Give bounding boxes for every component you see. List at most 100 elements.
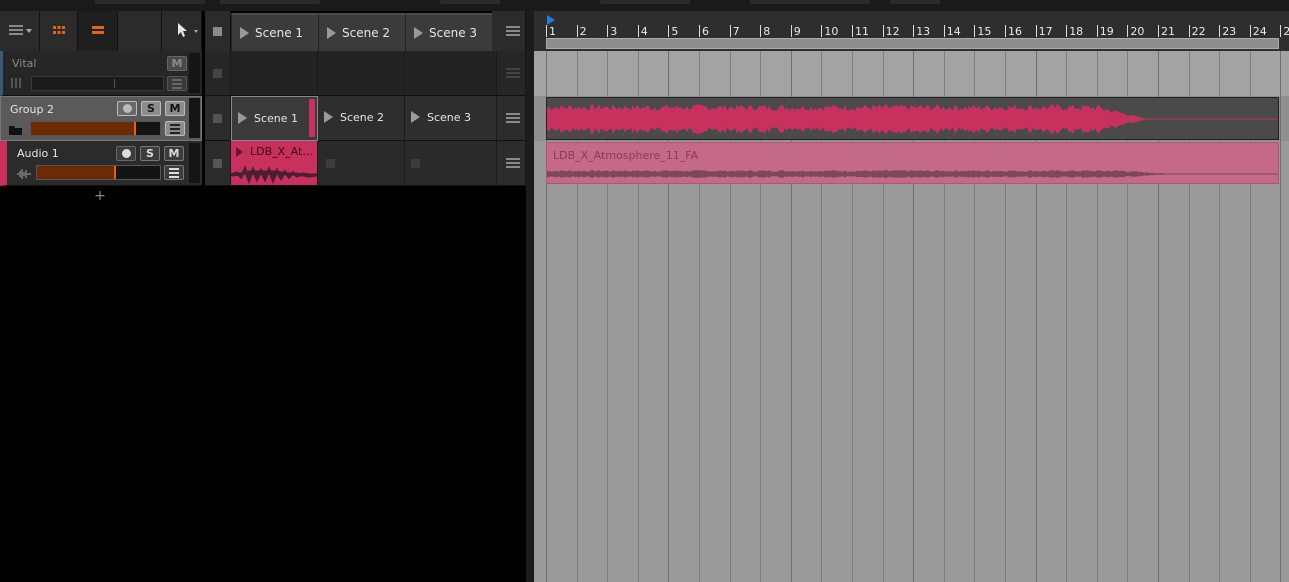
ruler-number: 22 — [1191, 25, 1206, 38]
options-menu-icon — [506, 158, 520, 170]
stop-slot[interactable] — [205, 96, 231, 141]
ruler-tick — [1127, 25, 1129, 37]
play-icon — [324, 111, 333, 123]
grid-line — [1280, 51, 1282, 582]
timeline-ruler[interactable]: 1 2 3 4 5 6 7 8 9 10 11 12 13 14 15 16 17 18 19 20 21 22 23 24 2 — [534, 11, 1289, 51]
clip-waveform — [231, 165, 317, 185]
toolbar-spacer — [118, 11, 162, 51]
scene-header-3[interactable]: Scene 3 — [405, 13, 492, 51]
stop-slot[interactable] — [205, 141, 231, 186]
track-name: Vital — [12, 57, 37, 70]
ruler-number: 20 — [1130, 25, 1145, 38]
scene-options-button[interactable] — [497, 11, 526, 51]
group-scene-slot-2[interactable]: Scene 2 — [318, 96, 405, 141]
ruler-tick — [760, 25, 762, 37]
track-header-group-2[interactable]: Group 2 S M — [0, 96, 202, 141]
list-view-button[interactable] — [78, 11, 118, 51]
group-scene-slot-1[interactable]: Scene 1 — [231, 96, 318, 141]
ruler-tick — [1219, 25, 1221, 37]
stop-all-button[interactable] — [205, 11, 231, 51]
clip-slot[interactable] — [318, 141, 405, 186]
scene-header-2[interactable]: Scene 2 — [318, 13, 405, 51]
volume-meter[interactable] — [30, 121, 161, 136]
clip-slot[interactable] — [405, 51, 497, 96]
ruler-tick — [546, 25, 547, 37]
ruler-number: 15 — [977, 25, 992, 38]
folder-icon — [9, 126, 22, 135]
record-arm-button[interactable] — [117, 101, 137, 116]
track-menu-button[interactable] — [164, 165, 184, 180]
track-menu-button[interactable] — [165, 121, 185, 136]
clip-slot[interactable] — [405, 141, 497, 186]
mute-button[interactable]: M — [167, 56, 187, 71]
arranger-lane-vital[interactable] — [534, 51, 1289, 96]
audio-arranger-clip[interactable]: LDB_X_Atmosphere_11_FA — [546, 142, 1279, 184]
add-track-button[interactable]: + — [93, 189, 107, 203]
ruler-number: 4 — [640, 25, 648, 38]
ruler-tick — [1158, 25, 1159, 37]
group-scene-slot-3[interactable]: Scene 3 — [405, 96, 497, 141]
scene-label: Scene 1 — [255, 26, 304, 40]
ruler-number: 1 — [549, 25, 556, 38]
volume-meter[interactable] — [31, 76, 164, 91]
list-menu-icon — [9, 25, 23, 37]
loop-bar[interactable] — [546, 38, 1279, 49]
clip-slot[interactable] — [318, 51, 405, 96]
ruler-tick — [729, 25, 731, 37]
solo-button[interactable]: S — [141, 101, 161, 116]
color-strip — [309, 99, 315, 137]
ruler-tick — [852, 25, 853, 37]
clip-name: LDB_X_Atmosphere_11_FA — [553, 149, 699, 162]
panel-splitter[interactable] — [526, 11, 534, 582]
track-menu-button[interactable] — [167, 76, 187, 91]
ruler-number: 9 — [793, 25, 801, 38]
scene-label: Scene 3 — [429, 26, 478, 40]
solo-button[interactable]: S — [140, 146, 160, 161]
track-name: Group 2 — [10, 103, 54, 116]
track-options-button[interactable] — [497, 141, 526, 186]
ruler-tick — [790, 25, 792, 37]
scene-header-1[interactable]: Scene 1 — [231, 13, 318, 51]
grid-icon — [53, 26, 65, 34]
grid-view-button[interactable] — [40, 11, 78, 51]
slot-label: Scene 2 — [340, 111, 385, 124]
play-icon — [236, 147, 243, 157]
audio-waveform-icon — [17, 169, 31, 179]
record-arm-button[interactable] — [116, 146, 136, 161]
mute-button[interactable]: M — [164, 146, 184, 161]
record-icon — [122, 104, 132, 113]
ruler-number: 12 — [885, 25, 900, 38]
group-waveform — [547, 104, 1278, 134]
clip-slot[interactable] — [231, 51, 318, 96]
ruler-number: 7 — [732, 25, 740, 38]
options-menu-icon — [506, 113, 520, 125]
group-arranger-clip[interactable] — [546, 97, 1279, 140]
ruler-tick — [882, 25, 884, 37]
ruler-number: 11 — [855, 25, 869, 38]
volume-meter[interactable] — [36, 165, 161, 180]
audio-clip[interactable]: LDB_X_At... — [231, 141, 318, 186]
track-options-button[interactable] — [497, 96, 526, 141]
ruler-number: 6 — [702, 25, 709, 38]
playhead-marker-icon[interactable] — [547, 15, 555, 25]
stop-slot[interactable] — [205, 51, 231, 96]
ruler-number: 14 — [946, 25, 961, 38]
ruler-tick — [1035, 25, 1037, 37]
ruler-number: 23 — [1222, 25, 1237, 38]
ruler-tick — [1280, 25, 1282, 37]
dropdown-arrow-icon — [26, 29, 32, 33]
track-header-vital[interactable]: Vital M — [0, 51, 202, 96]
ruler-number: 8 — [763, 25, 771, 38]
ruler-tick — [974, 25, 976, 37]
track-options-button[interactable] — [497, 51, 526, 96]
instrument-icon — [11, 78, 21, 88]
track-header-audio-1[interactable]: Audio 1 S M — [0, 141, 202, 186]
pointer-icon — [178, 23, 187, 37]
pointer-tool-button[interactable] — [162, 11, 202, 51]
ruler-tick — [576, 25, 578, 37]
ruler-tick — [1096, 25, 1098, 37]
track-list-menu-button[interactable] — [0, 11, 40, 51]
mute-button[interactable]: M — [165, 101, 185, 116]
level-meter — [189, 98, 200, 138]
ruler-tick — [607, 25, 609, 37]
